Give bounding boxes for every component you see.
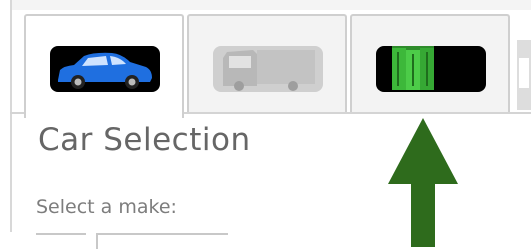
car-icon: [50, 46, 160, 92]
partial-tab-icon: [515, 40, 531, 110]
up-arrow-icon: [388, 118, 458, 247]
window-left-edge: [10, 0, 12, 232]
window-top-edge: [10, 0, 531, 10]
truck-icon: [213, 46, 323, 92]
binders-icon: [376, 46, 486, 92]
tab-books[interactable]: [350, 14, 510, 112]
tab-truck[interactable]: [187, 14, 347, 112]
tab-car[interactable]: [24, 14, 184, 118]
page-title: Car Selection: [38, 122, 251, 158]
make-label: Select a make:: [36, 196, 177, 218]
